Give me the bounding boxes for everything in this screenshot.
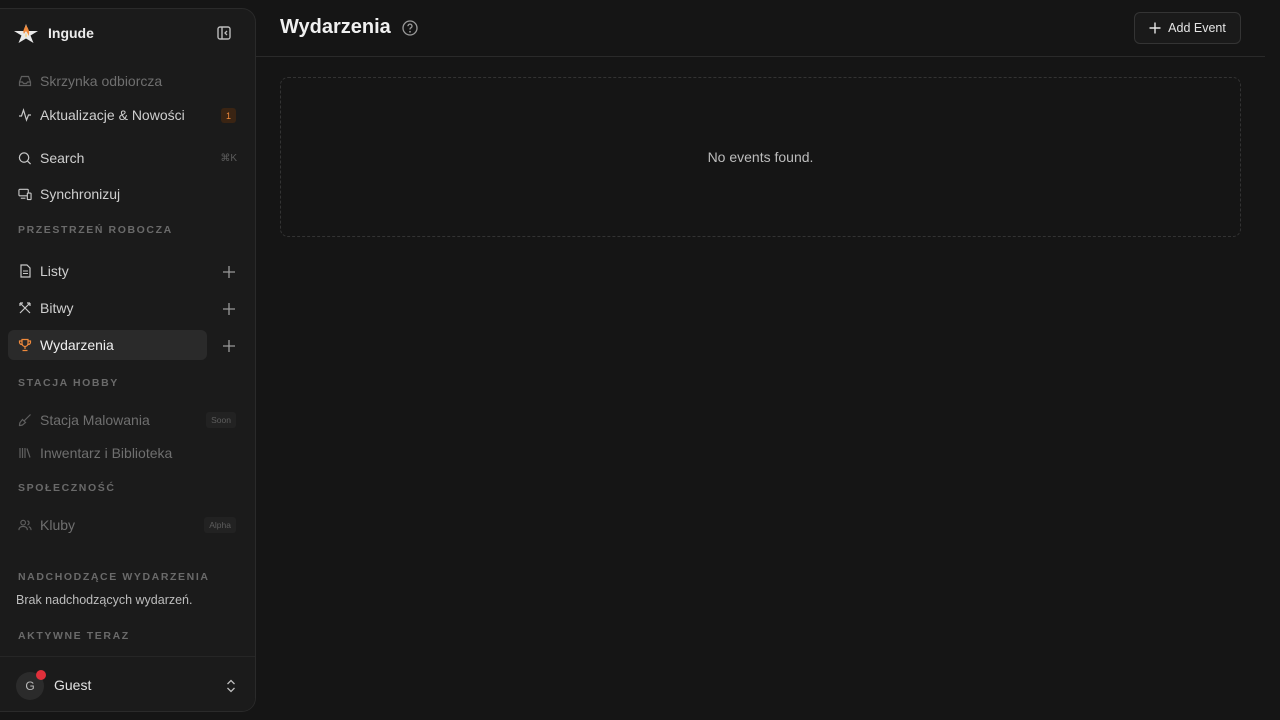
nav-item-updates[interactable]: Aktualizacje & Nowości 1 [8,100,244,130]
nav-item-label: Bitwy [40,300,74,316]
sidebar: Ingude Skrzynka odbiorcza Aktualizacje &… [0,8,256,712]
page-title: Wydarzenia [280,16,391,38]
search-icon [18,151,32,165]
section-label-workspace: PRZESTRZEŃ ROBOCZA [18,224,173,236]
events-empty-state: No events found. [280,77,1241,237]
add-event-button[interactable]: Add Event [1134,12,1241,44]
help-icon[interactable] [402,20,418,36]
page-header: Wydarzenia Add Event [256,0,1265,57]
nav-item-search[interactable]: Search ⌘K [8,143,244,173]
empty-state-text: No events found. [707,149,814,165]
brand[interactable]: Ingude [12,21,94,45]
plus-icon [1149,22,1161,34]
sidebar-collapse-icon [217,26,231,40]
section-label-hobby: STACJA HOBBY [18,377,119,389]
brand-name: Ingude [48,25,94,41]
section-label-active-now: AKTYWNE TERAZ [18,630,130,642]
flame-star-logo-icon [12,21,40,45]
activity-icon [18,108,32,122]
nav-item-label: Wydarzenia [40,337,114,353]
nav-item-label: Skrzynka odbiorcza [40,73,163,89]
nav-item-painting-station[interactable]: Stacja Malowania Soon [8,405,244,435]
upcoming-empty-text: Brak nadchodzących wydarzeń. [16,593,193,607]
app-root: Ingude Skrzynka odbiorcza Aktualizacje &… [0,0,1280,720]
section-label-community: SPOŁECZNOŚĆ [18,482,116,494]
nav-item-clubs[interactable]: Kluby Alpha [8,510,244,540]
trophy-icon [18,338,32,352]
nav-item-library[interactable]: Inwentarz i Biblioteka [8,438,244,468]
soon-badge: Soon [206,412,236,428]
add-list-button[interactable] [220,263,238,281]
nav-item-label: Kluby [40,517,76,533]
plus-icon [223,266,235,278]
users-icon [18,518,32,532]
nav-item-events[interactable]: Wydarzenia [8,330,207,360]
swords-icon [18,301,32,315]
inbox-icon [18,74,32,88]
nav-item-label: Stacja Malowania [40,412,150,428]
nav-item-lists[interactable]: Listy [8,256,244,286]
updates-count-badge: 1 [221,108,236,123]
nav-item-label: Aktualizacje & Nowości [40,107,185,123]
nav-item-sync[interactable]: Synchronizuj [8,179,244,209]
collapse-sidebar-button[interactable] [215,24,233,42]
search-shortcut: ⌘K [220,152,237,164]
user-name: Guest [54,677,92,693]
plus-icon [223,303,235,315]
devices-icon [18,187,32,201]
add-battle-button[interactable] [220,300,238,318]
add-event-sidebar-button[interactable] [220,337,238,355]
nav-item-label: Synchronizuj [40,186,121,202]
plus-icon [223,340,235,352]
brush-icon [18,413,32,427]
nav-item-label: Inwentarz i Biblioteka [40,445,173,461]
add-event-label: Add Event [1168,21,1226,35]
chevron-up-down-icon[interactable] [224,678,238,694]
nav-item-label: Listy [40,263,69,279]
library-icon [18,446,32,460]
section-label-upcoming: NADCHODZĄCE WYDARZENIA [18,571,210,583]
nav-item-label: Search [40,150,85,166]
notification-dot [36,670,46,680]
nav-item-inbox[interactable]: Skrzynka odbiorcza [8,66,244,96]
nav-item-battles[interactable]: Bitwy [8,293,244,323]
alpha-badge: Alpha [204,517,236,533]
file-icon [18,264,32,278]
user-menu[interactable]: G Guest [0,656,255,711]
